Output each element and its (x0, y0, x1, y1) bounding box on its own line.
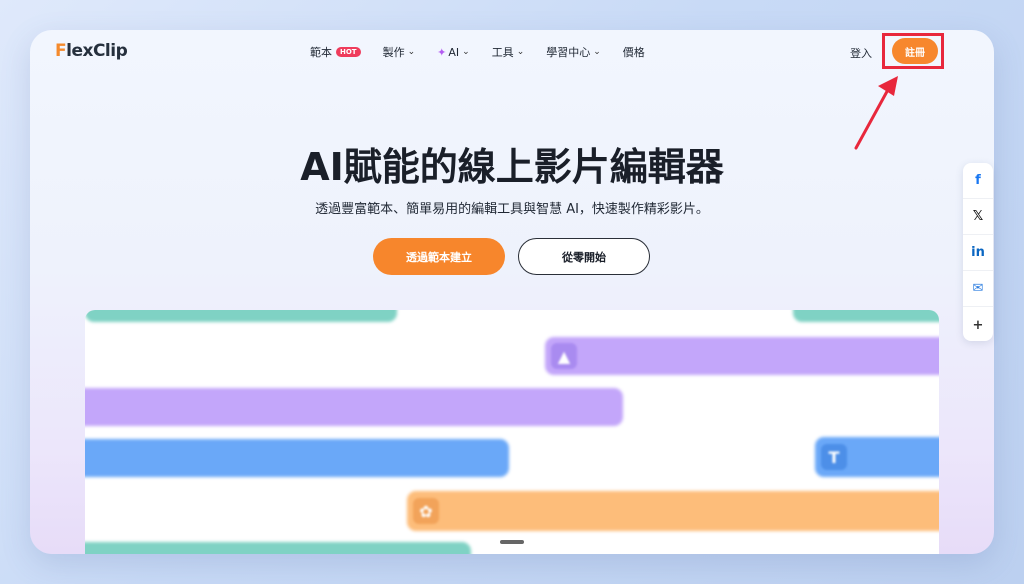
nav-label: 製作 (382, 46, 405, 59)
chevron-down-icon: ⌄ (462, 47, 470, 57)
x-icon[interactable]: 𝕏 (963, 199, 993, 235)
timeline-track (85, 388, 623, 426)
more-share-icon[interactable]: + (963, 307, 993, 343)
sparkle-icon: ✦ (437, 45, 447, 59)
image-icon: ▲ (551, 343, 577, 369)
nav-item-templates[interactable]: 範本 HOT (310, 44, 361, 60)
logo-text: lexClip (66, 41, 128, 61)
nav-item-pricing[interactable]: 價格 (623, 44, 645, 60)
linkedin-icon[interactable]: in (963, 235, 993, 271)
nav-label: 範本 (310, 46, 332, 59)
nav-item-learning-center[interactable]: 學習中心 ⌄ (546, 44, 601, 60)
hot-badge: HOT (336, 47, 361, 57)
signup-button[interactable]: 註冊 (892, 38, 938, 64)
nav-label: AI (448, 45, 460, 59)
start-from-scratch-button[interactable]: 從零開始 (518, 238, 650, 275)
email-icon[interactable]: ✉ (963, 271, 993, 307)
nav-label: 價格 (622, 46, 645, 59)
hero-subtitle: 透過豐富範本、簡單易用的編輯工具與智慧 AI，快速製作精彩影片。 (315, 202, 709, 217)
chevron-down-icon: ⌄ (593, 47, 601, 57)
flexclip-logo[interactable]: FlexClip (55, 41, 128, 61)
text-icon: T (821, 444, 847, 470)
nav-item-create[interactable]: 製作 ⌄ (383, 44, 416, 60)
timeline-preview: ▲ T ✿ (85, 310, 939, 554)
timeline-track (85, 542, 471, 554)
nav-item-tools[interactable]: 工具 ⌄ (492, 44, 525, 60)
sticker-icon: ✿ (413, 498, 439, 524)
timeline-track (407, 491, 939, 531)
share-sidebar: f 𝕏 in ✉ + (963, 163, 993, 341)
create-from-template-button[interactable]: 透過範本建立 (373, 238, 505, 275)
hero-title: AI賦能的線上影片編輯器 (300, 145, 724, 189)
logo-mark: F (55, 41, 67, 61)
main-nav: 範本 HOT 製作 ⌄ ✦ AI ⌄ 工具 ⌄ 學習中心 ⌄ 價格 (310, 44, 667, 60)
browser-window: FlexClip 範本 HOT 製作 ⌄ ✦ AI ⌄ 工具 ⌄ 學習中心 ⌄ … (30, 30, 994, 554)
chevron-down-icon: ⌄ (407, 47, 416, 57)
chevron-down-icon: ⌄ (516, 47, 525, 57)
timeline-track (85, 310, 397, 322)
timeline-track (793, 310, 939, 322)
nav-label: 工具 (491, 46, 514, 59)
facebook-icon[interactable]: f (963, 163, 993, 199)
scroll-handle[interactable] (500, 540, 524, 544)
login-link[interactable]: 登入 (850, 45, 872, 61)
nav-item-ai[interactable]: ✦ AI ⌄ (437, 44, 470, 60)
nav-label: 學習中心 (546, 46, 591, 59)
timeline-track (85, 439, 509, 477)
timeline-track (545, 337, 939, 375)
